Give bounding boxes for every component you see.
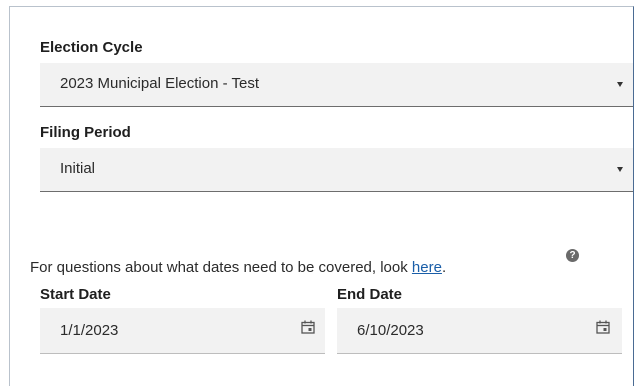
chevron-down-icon xyxy=(617,82,623,87)
filing-period-select[interactable]: Initial xyxy=(40,148,633,192)
election-cycle-select[interactable]: 2023 Municipal Election - Test xyxy=(40,63,633,107)
calendar-icon[interactable] xyxy=(301,320,315,334)
end-date-label: End Date xyxy=(337,286,403,303)
help-icon[interactable]: ? xyxy=(566,249,579,262)
filing-period-label: Filing Period xyxy=(40,124,131,141)
date-coverage-here-link[interactable]: here xyxy=(412,259,442,276)
chevron-down-icon xyxy=(617,167,623,172)
start-date-label: Start Date xyxy=(40,286,111,303)
date-coverage-info-suffix: . xyxy=(441,259,447,276)
election-cycle-value: 2023 Municipal Election - Test xyxy=(60,75,259,92)
end-date-value: 6/10/2023 xyxy=(357,322,424,339)
filing-period-value: Initial xyxy=(60,160,96,177)
start-date-field[interactable]: 1/1/2023 xyxy=(40,308,325,354)
end-date-field[interactable]: 6/10/2023 xyxy=(337,308,622,354)
start-date-value: 1/1/2023 xyxy=(60,322,119,339)
date-coverage-info-text: For questions about what dates need to b… xyxy=(30,259,412,276)
calendar-icon[interactable] xyxy=(596,320,610,334)
date-coverage-info: For questions about what dates need to b… xyxy=(30,259,446,276)
election-cycle-label: Election Cycle xyxy=(40,39,143,56)
